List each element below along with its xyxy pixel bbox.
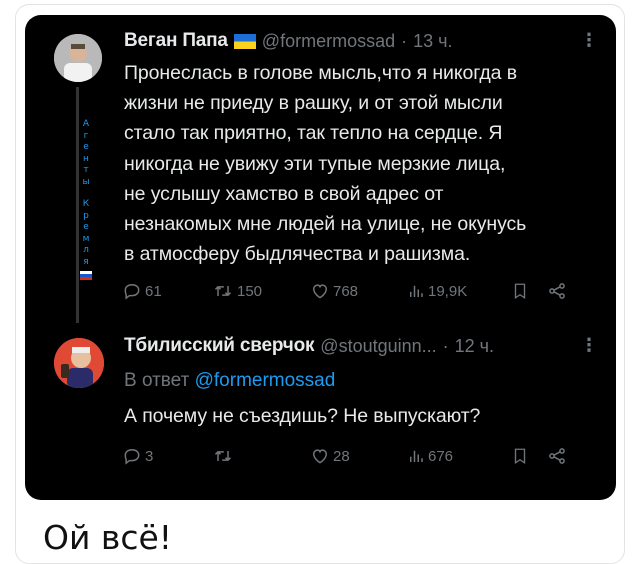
reply-actions: 3 28 676	[122, 446, 567, 466]
repost-icon	[214, 285, 232, 297]
repost-button[interactable]	[212, 446, 310, 466]
tweet-text-line: Пронеслась в голове мысль,что я никогда …	[124, 62, 517, 84]
reply-icon	[124, 283, 140, 300]
russia-flag-icon	[80, 271, 92, 280]
reply-author-name[interactable]: Тбилисский сверчок	[124, 335, 314, 357]
share-button[interactable]	[547, 281, 567, 301]
reply-more-options-icon[interactable]: ⋮	[580, 335, 599, 356]
separator-dot: ·	[401, 30, 408, 51]
separator-dot: ·	[442, 335, 449, 356]
views-icon	[410, 285, 423, 297]
tweet-time[interactable]: 13 ч.	[413, 31, 452, 52]
post-caption: Ой всё!	[43, 518, 173, 557]
tweet-text-line: не услышу хамство в свой адрес от	[124, 182, 444, 205]
reply-icon	[124, 448, 140, 465]
reply-author-avatar[interactable]	[54, 338, 104, 388]
heart-icon	[312, 449, 328, 464]
tweet-text-line: жизни не приеду в рашку, и от этой мысли	[124, 92, 503, 115]
views-button[interactable]: 19,9K	[407, 282, 511, 300]
tweet-actions: 61 150 768 19,9K	[122, 281, 567, 301]
repost-icon	[214, 450, 232, 462]
tweet-text: Пронеслась в голове мысль,что я никогда …	[124, 58, 526, 269]
bookmark-button[interactable]	[511, 446, 547, 466]
reply-button[interactable]: 3	[122, 446, 212, 466]
repost-button[interactable]: 150	[212, 281, 310, 301]
views-button[interactable]: 676	[407, 447, 511, 465]
share-icon	[549, 283, 565, 299]
agent-label: А г е н т ы К р е м л я	[79, 119, 93, 280]
heart-icon	[312, 284, 328, 299]
like-button[interactable]: 768	[310, 281, 407, 301]
tweet-text-line: в атмосферу быдлячества и рашизма.	[124, 243, 471, 266]
bookmark-icon	[514, 283, 526, 300]
tweet-screenshot: А г е н т ы К р е м л я Веган Папа @form…	[25, 15, 616, 500]
replying-to: В ответ @formermossad	[124, 370, 336, 391]
tweet-header: Веган Папа @formermossad · 13 ч.	[124, 30, 453, 52]
share-icon	[549, 448, 565, 464]
reply-button[interactable]: 61	[122, 281, 212, 301]
author-avatar[interactable]	[54, 34, 102, 82]
tweet-text-line: стало так приятно, так тепло на сердце. …	[124, 122, 503, 145]
reply-header: Тбилисский сверчок @stoutguinn... · 12 ч…	[124, 335, 494, 357]
replying-to-handle[interactable]: @formermossad	[195, 370, 336, 391]
reply-time[interactable]: 12 ч.	[455, 336, 494, 357]
reply-author-handle[interactable]: @stoutguinn...	[320, 336, 436, 357]
ukraine-flag-icon	[233, 33, 256, 49]
bookmark-icon	[514, 448, 526, 465]
reply-text: А почему не съездишь? Не выпускают?	[124, 405, 481, 427]
like-button[interactable]: 28	[310, 446, 407, 466]
share-button[interactable]	[547, 446, 567, 466]
author-name[interactable]: Веган Папа	[124, 30, 228, 52]
more-options-icon[interactable]: ⋮	[580, 30, 599, 51]
tweet-text-line: незнакомых мне людей на улице, не окунус…	[124, 213, 527, 236]
author-handle[interactable]: @formermossad	[262, 31, 395, 52]
bookmark-button[interactable]	[511, 281, 547, 301]
tweet-text-line: никогда не увижу эти тупые мерзкие лица,	[124, 152, 506, 175]
views-icon	[410, 450, 423, 462]
